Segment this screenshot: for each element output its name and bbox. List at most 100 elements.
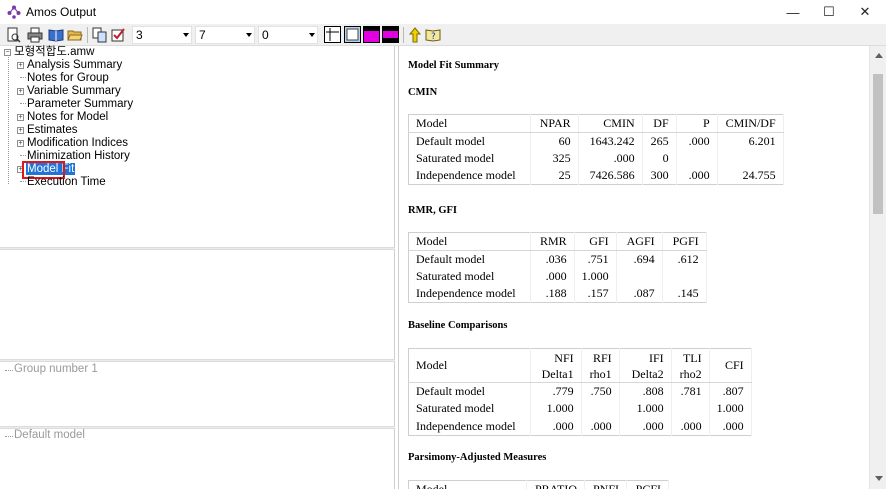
- table-cell: [662, 267, 707, 285]
- copy-icon[interactable]: [92, 27, 108, 43]
- table-row: Default model .036 .751 .694 .612: [408, 250, 707, 268]
- chevron-down-icon: [309, 33, 315, 37]
- baseline-comparisons-table: Model NFI Delta1 RFI rho1 IFI Delta2 TLI…: [408, 348, 752, 436]
- table-cell: Default model: [408, 132, 531, 150]
- tree-guide: [5, 370, 13, 371]
- checklist-icon[interactable]: [110, 27, 126, 43]
- expand-toggle[interactable]: +: [17, 127, 24, 134]
- table-row: Independence model .000 .000 .000 .000 .…: [408, 417, 752, 435]
- table-cell: Default model: [408, 250, 531, 268]
- table-cell: Independence model: [408, 285, 531, 303]
- help-book-icon[interactable]: ?: [425, 27, 441, 43]
- column-header: IFI Delta2: [619, 348, 672, 383]
- collapse-toggle[interactable]: −: [4, 49, 11, 56]
- table-cell: .036: [530, 250, 575, 268]
- tree-guide: [20, 77, 26, 78]
- column-header: AGFI: [616, 232, 663, 251]
- combo-decimals[interactable]: 3: [132, 26, 192, 44]
- table-cell: 24.755: [717, 167, 784, 185]
- table-cell: Saturated model: [408, 149, 531, 167]
- table-cell: .000: [619, 417, 672, 435]
- column-header: Model: [408, 114, 531, 133]
- expand-toggle[interactable]: +: [17, 140, 24, 147]
- chevron-down-icon: [183, 33, 189, 37]
- table-row: Saturated model .000 1.000: [408, 267, 707, 285]
- expand-toggle[interactable]: +: [17, 62, 24, 69]
- navigation-pane: − 모형적합도.amw + Analysis Summary Notes for…: [0, 46, 395, 489]
- book-icon[interactable]: [48, 27, 64, 43]
- column-header: RFI rho1: [581, 348, 620, 383]
- open-folder-icon[interactable]: [67, 27, 83, 43]
- toolbar-separator: [87, 27, 88, 43]
- amos-app-icon: [7, 5, 21, 19]
- column-header: CMIN: [578, 114, 643, 133]
- close-button[interactable]: ✕: [848, 0, 882, 24]
- table-cell: 1.000: [530, 400, 582, 418]
- table-cell: .781: [671, 382, 710, 400]
- vertical-scrollbar[interactable]: [869, 46, 886, 489]
- rmr-gfi-table: Model RMR GFI AGFI PGFI Default model .0…: [408, 232, 707, 303]
- tree-item-modification-indices[interactable]: Modification Indices: [27, 137, 128, 150]
- table-cell: 300: [642, 167, 677, 185]
- column-header: TLI rho2: [671, 348, 710, 383]
- frame-toggle[interactable]: [344, 26, 361, 43]
- tree-item-execution-time[interactable]: Execution Time: [27, 176, 106, 189]
- svg-text:?: ?: [431, 32, 436, 42]
- expand-toggle[interactable]: +: [17, 114, 24, 121]
- scrollbar-thumb[interactable]: [873, 74, 883, 214]
- table-header-row: Model NPAR CMIN DF P CMIN/DF: [408, 114, 784, 133]
- table-cell: .000: [581, 417, 620, 435]
- scroll-up-arrow-icon[interactable]: [875, 53, 883, 58]
- tree-item-parameter-summary[interactable]: Parameter Summary: [27, 98, 133, 111]
- tree-item-variable-summary[interactable]: Variable Summary: [27, 85, 121, 98]
- table-cell: .808: [619, 382, 672, 400]
- combo-width[interactable]: 7: [195, 26, 255, 44]
- table-header-row: Model NFI Delta1 RFI rho1 IFI Delta2 TLI…: [408, 348, 752, 383]
- table-cell: .779: [530, 382, 582, 400]
- table-grid-toggle[interactable]: [324, 26, 341, 43]
- table-cell: .751: [574, 250, 617, 268]
- pane-splitter[interactable]: [0, 359, 395, 362]
- magenta-panel-icon: [383, 27, 398, 42]
- column-header: NPAR: [530, 114, 579, 133]
- tree-guide: [20, 103, 26, 104]
- column-header: CMIN/DF: [717, 114, 784, 133]
- up-arrow-icon[interactable]: [407, 27, 423, 43]
- column-header: Model: [408, 480, 527, 489]
- tree-item-notes-for-model[interactable]: Notes for Model: [27, 111, 108, 124]
- combo-columns-value: 0: [262, 28, 269, 42]
- magenta-window-button[interactable]: [363, 26, 380, 43]
- scroll-down-arrow-icon[interactable]: [875, 476, 883, 481]
- table-cell: [676, 149, 718, 167]
- table-cell: .612: [662, 250, 707, 268]
- tree-item-analysis-summary[interactable]: Analysis Summary: [27, 59, 122, 72]
- tree-guide: [20, 181, 26, 182]
- maximize-button[interactable]: ☐: [812, 0, 846, 24]
- table-cell: 265: [642, 132, 677, 150]
- table-row: Default model .779 .750 .808 .781 .807: [408, 382, 752, 400]
- column-header: P: [676, 114, 718, 133]
- title-bar: Amos Output — ☐ ✕: [0, 0, 886, 24]
- pane-splitter[interactable]: [0, 247, 395, 250]
- print-icon[interactable]: [27, 27, 43, 43]
- table-cell: .000: [671, 417, 710, 435]
- magenta-panel-button[interactable]: [382, 26, 399, 43]
- expand-toggle[interactable]: +: [17, 88, 24, 95]
- group-list-item[interactable]: Group number 1: [14, 363, 98, 375]
- column-header: NFI Delta1: [530, 348, 582, 383]
- minimize-button[interactable]: —: [776, 0, 810, 24]
- combo-decimals-value: 3: [136, 28, 143, 42]
- tree-guide: [5, 436, 13, 437]
- column-header: PCFI: [626, 480, 669, 489]
- model-list-item[interactable]: Default model: [14, 429, 85, 441]
- tree-item-estimates[interactable]: Estimates: [27, 124, 78, 137]
- tree-root[interactable]: 모형적합도.amw: [14, 46, 94, 59]
- tree-item-notes-for-group[interactable]: Notes for Group: [27, 72, 109, 85]
- combo-columns[interactable]: 0: [258, 26, 318, 44]
- table-cell: 325: [530, 149, 579, 167]
- combo-width-value: 7: [199, 28, 206, 42]
- parsimony-adjusted-table: Model PRATIO PNFI PCFI: [408, 480, 669, 489]
- output-pane: Model Fit Summary CMIN Model NPAR CMIN D…: [398, 46, 869, 489]
- print-preview-icon[interactable]: [5, 27, 21, 43]
- table-cell: .000: [530, 267, 575, 285]
